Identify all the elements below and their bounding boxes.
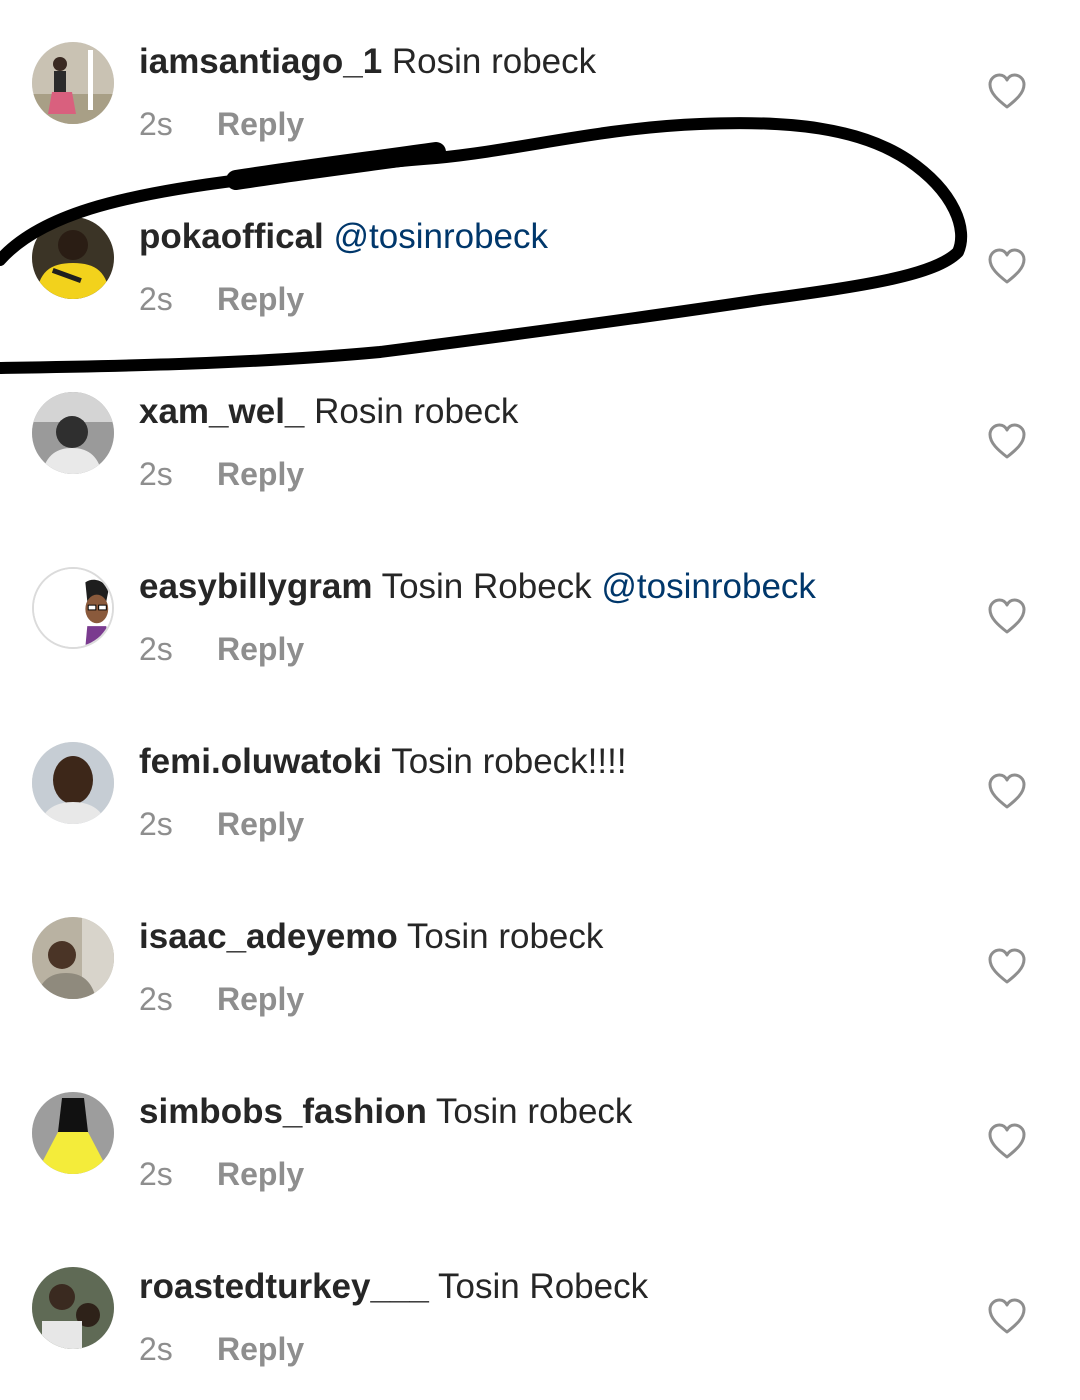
comment-username[interactable]: isaac_adeyemo — [139, 917, 398, 956]
comment-timestamp: 2s — [139, 806, 173, 842]
like-button[interactable] — [987, 947, 1027, 985]
avatar[interactable] — [32, 742, 114, 824]
comment-timestamp: 2s — [139, 631, 173, 667]
heart-outline-icon — [988, 423, 1026, 459]
comment-text-line: iamsantiago_1 Rosin robeck — [139, 38, 930, 86]
comment-username[interactable]: simbobs_fashion — [139, 1092, 427, 1131]
reply-button[interactable]: Reply — [217, 806, 304, 842]
comment-text-line: roastedturkey___ Tosin Robeck — [139, 1263, 930, 1311]
reply-button[interactable]: Reply — [217, 631, 304, 667]
comment-text: Tosin robeck — [435, 1092, 633, 1131]
comment-mention[interactable]: @tosinrobeck — [334, 217, 549, 256]
avatar[interactable] — [32, 392, 114, 474]
comment-username[interactable]: xam_wel_ — [139, 392, 304, 431]
avatar[interactable] — [32, 917, 114, 999]
comment-timestamp: 2s — [139, 1331, 173, 1367]
cartoon-avatar — [34, 569, 112, 647]
user-photo-avatar — [32, 1267, 114, 1349]
comment-item: roastedturkey___ Tosin Robeck 2s Reply — [0, 1225, 1080, 1400]
heart-outline-icon — [988, 1298, 1026, 1334]
comment-text: Tosin robeck!!!! — [391, 742, 627, 781]
heart-outline-icon — [988, 1123, 1026, 1159]
comment-item: femi.oluwatoki Tosin robeck!!!! 2s Reply — [0, 700, 1080, 875]
like-button[interactable] — [987, 597, 1027, 635]
comment-list: iamsantiago_1 Rosin robeck 2s Reply pokao… — [0, 0, 1080, 1367]
comment-item: simbobs_fashion Tosin robeck 2s Reply — [0, 1050, 1080, 1225]
heart-outline-icon — [988, 73, 1026, 109]
like-button[interactable] — [987, 772, 1027, 810]
comment-text-line: pokaoffical @tosinrobeck — [139, 213, 930, 261]
heart-outline-icon — [988, 598, 1026, 634]
reply-button[interactable]: Reply — [217, 456, 304, 492]
comment-text: Tosin Robeck — [437, 1267, 649, 1306]
reply-button[interactable]: Reply — [217, 106, 304, 142]
comment-item: isaac_adeyemo Tosin robeck 2s Reply — [0, 875, 1080, 1050]
comment-timestamp: 2s — [139, 281, 173, 317]
comment-meta: 2s Reply — [139, 800, 304, 848]
comment-text-line: xam_wel_ Rosin robeck — [139, 388, 930, 436]
comment-meta: 2s Reply — [139, 100, 304, 148]
comment-text: Rosin robeck — [314, 392, 519, 431]
comment-meta: 2s Reply — [139, 975, 304, 1023]
reply-button[interactable]: Reply — [217, 981, 304, 1017]
avatar[interactable] — [32, 1092, 114, 1174]
user-photo-avatar — [32, 42, 114, 124]
user-photo-avatar — [32, 742, 114, 824]
reply-button[interactable]: Reply — [217, 1156, 304, 1192]
comment-text: Rosin robeck — [391, 42, 597, 81]
comment-meta: 2s Reply — [139, 1325, 304, 1373]
comment-meta: 2s Reply — [139, 1150, 304, 1198]
comment-meta: 2s Reply — [139, 625, 304, 673]
comment-text: Tosin Robeck — [381, 567, 592, 606]
like-button[interactable] — [987, 422, 1027, 460]
comment-username[interactable]: iamsantiago_1 — [139, 42, 382, 81]
comment-timestamp: 2s — [139, 456, 173, 492]
reply-button[interactable]: Reply — [217, 1331, 304, 1367]
comment-text-line: easybillygram Tosin Robeck @tosinrobeck — [139, 563, 930, 611]
user-photo-avatar — [32, 392, 114, 474]
comment-item: easybillygram Tosin Robeck @tosinrobeck … — [0, 525, 1080, 700]
comment-text-line: isaac_adeyemo Tosin robeck — [139, 913, 930, 961]
reply-button[interactable]: Reply — [217, 281, 304, 317]
comment-timestamp: 2s — [139, 981, 173, 1017]
comment-meta: 2s Reply — [139, 275, 304, 323]
avatar[interactable] — [32, 1267, 114, 1349]
heart-outline-icon — [988, 948, 1026, 984]
avatar[interactable] — [32, 42, 114, 124]
comment-username[interactable]: easybillygram — [139, 567, 372, 606]
comment-text-line: simbobs_fashion Tosin robeck — [139, 1088, 930, 1136]
comment-timestamp: 2s — [139, 1156, 173, 1192]
like-button[interactable] — [987, 247, 1027, 285]
avatar[interactable] — [32, 217, 114, 299]
comment-username[interactable]: pokaoffical — [139, 217, 324, 256]
comment-timestamp: 2s — [139, 106, 173, 142]
dress-photo-avatar — [32, 1092, 114, 1174]
user-photo-avatar — [32, 217, 114, 299]
like-button[interactable] — [987, 1297, 1027, 1335]
comment-username[interactable]: roastedturkey___ — [139, 1267, 429, 1306]
comment-username[interactable]: femi.oluwatoki — [139, 742, 382, 781]
comment-item: xam_wel_ Rosin robeck 2s Reply — [0, 350, 1080, 525]
comment-text: Tosin robeck — [406, 917, 604, 956]
avatar[interactable] — [32, 567, 114, 649]
comment-item: iamsantiago_1 Rosin robeck 2s Reply — [0, 0, 1080, 175]
like-button[interactable] — [987, 1122, 1027, 1160]
user-photo-avatar — [32, 917, 114, 999]
heart-outline-icon — [988, 773, 1026, 809]
heart-outline-icon — [988, 248, 1026, 284]
comment-text-line: femi.oluwatoki Tosin robeck!!!! — [139, 738, 930, 786]
comment-item: pokaoffical @tosinrobeck 2s Reply — [0, 175, 1080, 350]
comment-mention[interactable]: @tosinrobeck — [601, 567, 816, 606]
comment-meta: 2s Reply — [139, 450, 304, 498]
like-button[interactable] — [987, 72, 1027, 110]
